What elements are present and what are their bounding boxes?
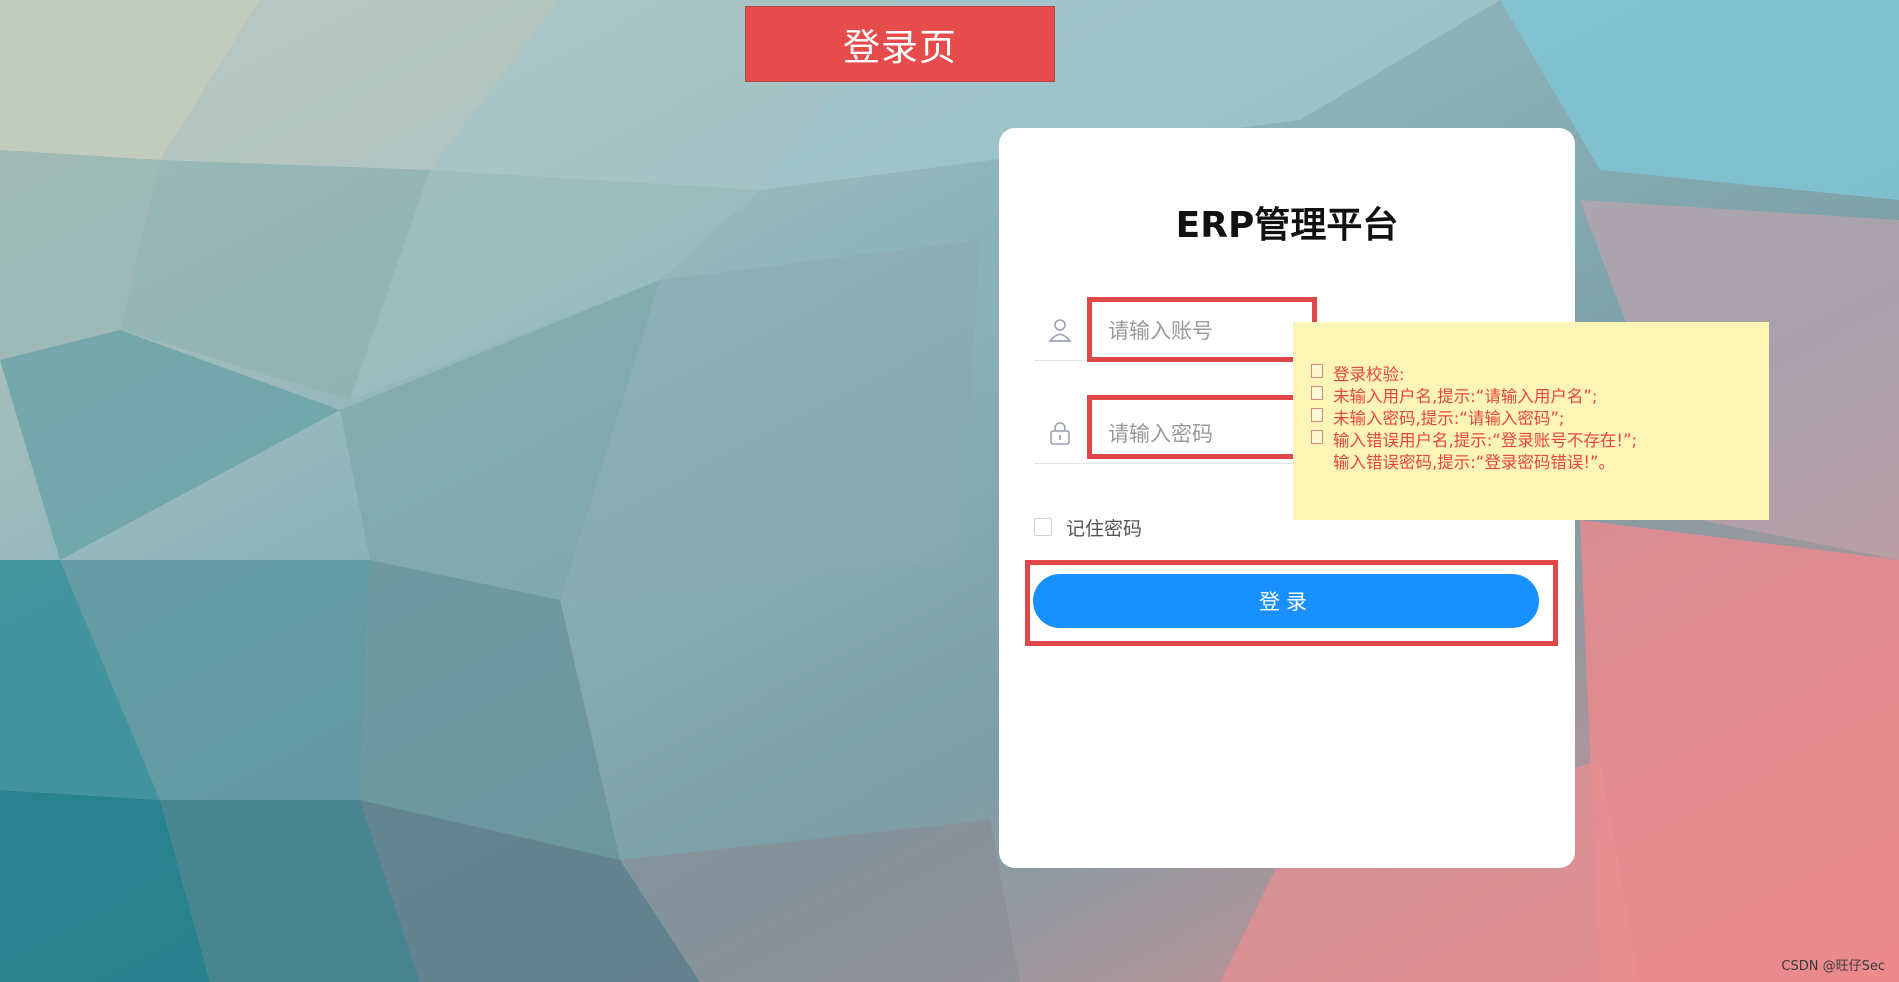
note-line: 输入错误用户名,提示:“登录账号不存在!”; — [1333, 431, 1638, 450]
page-label-banner: 登录页 — [745, 6, 1055, 82]
note-marker-icon — [1311, 364, 1323, 378]
note-marker-icon — [1311, 430, 1323, 444]
watermark: CSDN @旺仔Sec — [1781, 959, 1885, 974]
username-input[interactable] — [1106, 306, 1310, 356]
password-input[interactable] — [1106, 409, 1310, 459]
note-text: 登录校验: 未输入用户名,提示:“请输入用户名”; 未输入密码,提示:“请输入密… — [1333, 364, 1637, 474]
user-icon — [1048, 319, 1072, 342]
remember-checkbox[interactable] — [1034, 518, 1052, 536]
note-marker-icon — [1311, 386, 1323, 400]
remember-label: 记住密码 — [1066, 517, 1143, 540]
page-title: ERP管理平台 — [1175, 205, 1399, 246]
note-marker-icon — [1311, 408, 1323, 422]
note-line: 未输入密码,提示:“请输入密码”; — [1333, 409, 1565, 428]
login-button[interactable]: 登录 — [1033, 574, 1539, 628]
annotation-note: 登录校验: 未输入用户名,提示:“请输入用户名”; 未输入密码,提示:“请输入密… — [1293, 322, 1769, 520]
lock-icon — [1050, 422, 1070, 445]
note-line: 未输入用户名,提示:“请输入用户名”; — [1333, 387, 1598, 406]
note-line: 登录校验: — [1333, 365, 1405, 384]
note-markers — [1311, 364, 1323, 452]
remember-password[interactable]: 记住密码 — [1034, 512, 1142, 542]
note-line: 输入错误密码,提示:“登录密码错误!”。 — [1333, 453, 1616, 472]
